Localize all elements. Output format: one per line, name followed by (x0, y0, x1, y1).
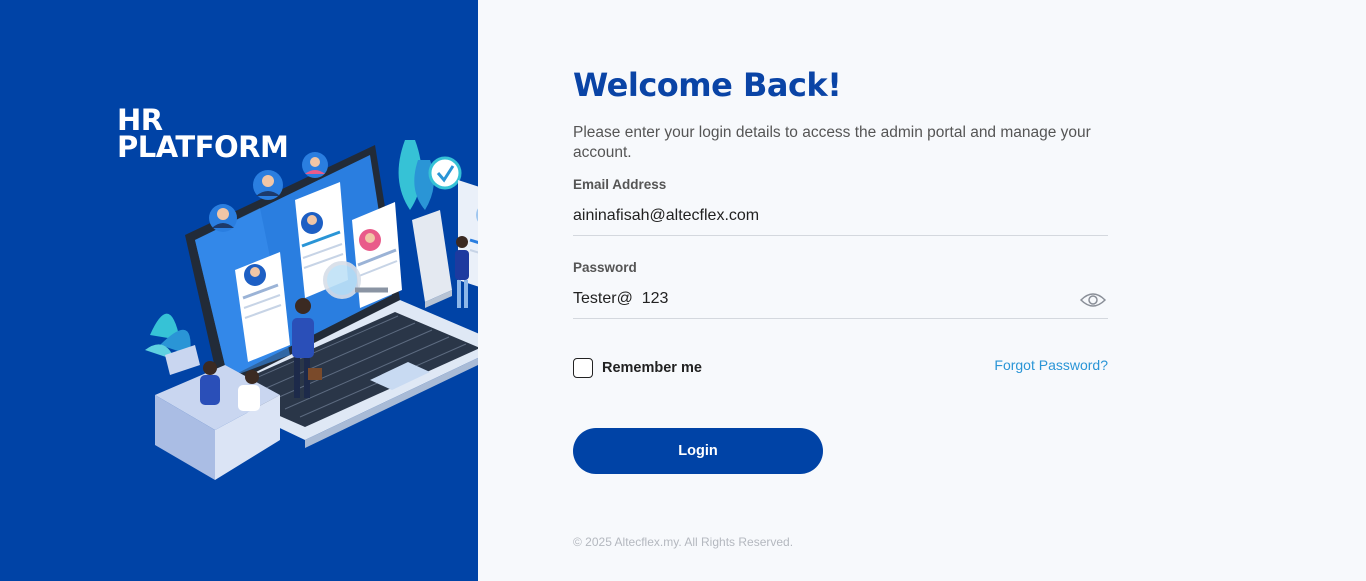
page-title: Welcome Back! (573, 66, 842, 104)
email-label: Email Address (573, 177, 667, 192)
email-field[interactable] (573, 198, 1063, 234)
hero-panel: HR PLATFORM (0, 0, 478, 581)
eye-icon[interactable] (1080, 291, 1106, 309)
hr-illustration (145, 140, 478, 480)
password-field-wrapper (573, 281, 1108, 319)
login-button[interactable]: Login (573, 428, 823, 474)
password-field[interactable] (573, 281, 1063, 317)
page-subtitle: Please enter your login details to acces… (573, 124, 1091, 161)
remember-me-label: Remember me (602, 360, 702, 376)
footer-copyright: © 2025 Altecflex.my. All Rights Reserved… (573, 535, 794, 549)
forgot-password-link[interactable]: Forgot Password? (985, 357, 1108, 373)
remember-me[interactable]: Remember me (573, 358, 702, 378)
password-label: Password (573, 260, 637, 275)
remember-me-checkbox[interactable] (573, 358, 593, 378)
login-panel: Welcome Back! Please enter your login de… (478, 0, 1366, 581)
email-field-wrapper (573, 198, 1108, 236)
